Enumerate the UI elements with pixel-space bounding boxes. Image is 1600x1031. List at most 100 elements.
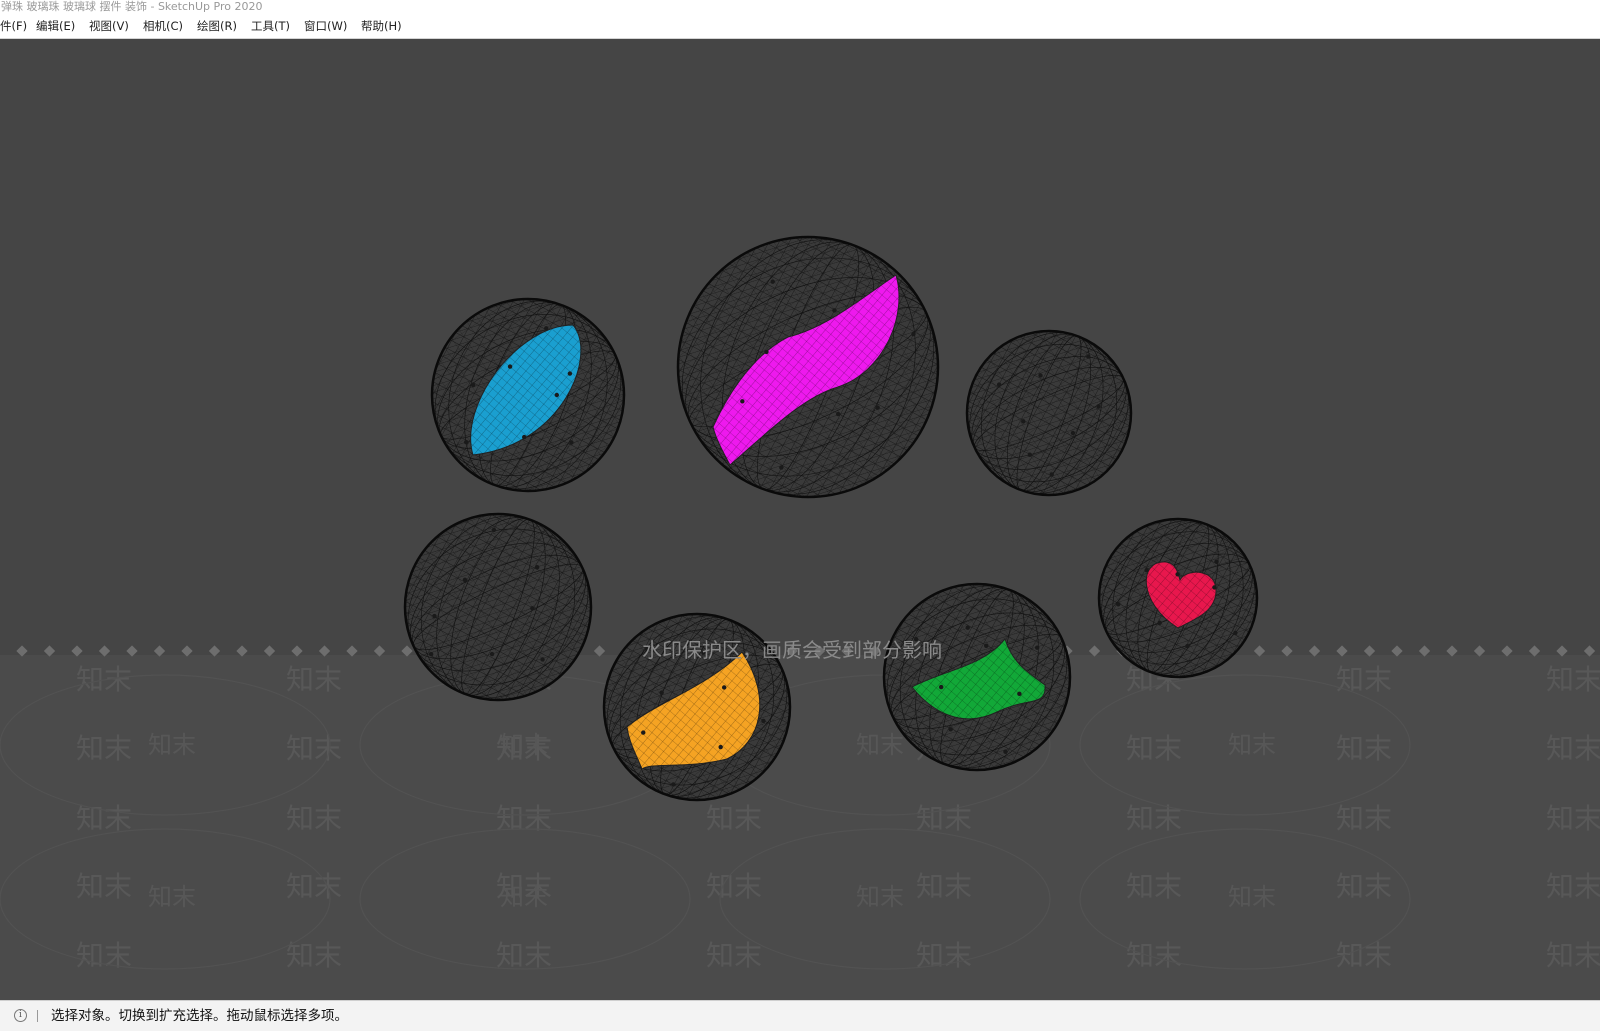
divider-diamond [181,645,193,657]
watermark-tile: 知末 [1126,732,1182,765]
menu-camera[interactable]: 相机(C) [143,14,183,38]
watermark-tile: 知末 [856,731,904,759]
marble-vertex-dot [1038,373,1043,378]
marble-vertex-dot [770,279,775,284]
marble-magenta-wave[interactable] [646,209,970,524]
marble-blue-leaf[interactable] [409,279,648,512]
marble-vertex-dot [1027,452,1033,457]
divider-diamond [346,645,358,657]
divider-diamond [153,645,166,657]
divider-diamond [291,645,303,657]
marble-vertex-dot [1035,645,1040,650]
status-divider [37,1010,38,1022]
marble-vertex-dot [1049,472,1054,477]
divider-diamond [1281,645,1293,657]
marble-vertex-dot [522,434,527,440]
watermark-tile: 知末 [1546,732,1600,765]
divider-diamond [1556,645,1568,657]
marble-vertex-dot [761,718,766,724]
marble-vertex-dot [567,371,573,376]
marble-vertex-dot [911,331,916,337]
marble-vertex-dot [984,643,989,648]
scene-canvas[interactable]: 知末 知末 知末 知末 知末知末 知末 知末 知末 知末 知末知末 知末 知末 知末 知末 知末 知末 知末知末… [0,39,1600,1000]
watermark-tile: 知末 [1546,939,1600,972]
watermark-tile: 知末 [1546,802,1600,835]
marble-vertex-dot [463,439,469,445]
marble-vertex-dot [1157,620,1162,625]
marble-vertex-dot [779,465,784,470]
marble-vertex-dot [1185,643,1190,649]
menu-help[interactable]: 帮助(H) [361,14,402,38]
marble-vertex-dot [1021,419,1026,424]
marble-vertex-dot [462,577,468,583]
marble-vertex-dot [569,440,574,445]
watermark-tile: 知末 [76,802,132,835]
divider-diamond [126,645,138,657]
marble-vertex-dot [1175,572,1180,577]
marble-vertex-dot [1017,691,1022,696]
watermark-tile: 知末 [500,731,548,759]
window-title: 弹珠 玻璃珠 玻璃球 摆件 装饰 - SketchUp Pro 2020 [0,0,1600,14]
marble-vertex-dot [428,652,434,657]
marble-vertex-dot [1212,585,1217,590]
watermark-tile: 知末 [76,870,132,903]
divider-diamond [1583,645,1596,657]
marble-vertex-dot [1214,559,1219,564]
watermark-tile: 知末 [1546,870,1600,903]
divider-diamond [263,645,276,657]
divider-diamond [373,645,386,657]
divider-diamond [208,645,221,657]
divider-diamond [1363,645,1376,657]
marble-vertex-dot [671,782,676,787]
divider-diamond [1308,645,1321,657]
marble-vertex-dot [1233,630,1238,636]
menu-edit[interactable]: 编辑(E) [36,14,75,38]
marble-vertex-dot [948,727,953,732]
watermark-tile: 知末 [496,939,552,972]
menu-window[interactable]: 窗口(W) [304,14,347,38]
marble-vertex-dot [1003,749,1008,754]
watermark-tile: 知末 [286,802,342,835]
marble-vertex-dot [938,684,944,690]
marble-vertex-dot [721,685,727,690]
marble-vertex-dot [554,392,559,398]
marble-vertex-dot [832,308,837,313]
divider-diamond [1446,645,1458,657]
divider-diamond [98,645,111,657]
watermark-tile: 知末 [1336,802,1392,835]
marble-vertex-dot [764,349,769,355]
watermark-notice: 水印保护区，画质会受到部分影响 [642,638,942,662]
menu-view[interactable]: 视图(V) [89,14,129,38]
watermark-tile: 知末 [1126,802,1182,835]
watermark-tile: 知末 [148,883,196,911]
menu-draw[interactable]: 绘图(R) [197,14,237,38]
watermark-tile: 知末 [76,732,132,765]
divider-diamond [318,645,331,657]
watermark-tile: 知末 [1126,939,1182,972]
divider-diamond [593,645,606,657]
watermark-tile: 知末 [148,731,196,759]
watermark-tile: 知末 [916,870,972,903]
marble-vertex-dot [659,690,664,695]
marble-vertex-dot [965,625,970,630]
marble-vertex-dot [996,382,1002,387]
divider-diamond [1501,645,1513,657]
watermark-tile: 知末 [1228,883,1276,911]
watermark-tile: 知末 [1336,870,1392,903]
marble-vertex-dot [1116,602,1121,607]
menu-file[interactable]: 件(F) [0,14,27,38]
marble-vertex-dot [491,527,497,533]
marble-vertex-dot [530,606,535,611]
marble-vertex-dot [641,730,646,735]
watermark-tile: 知末 [706,870,762,903]
menu-tools[interactable]: 工具(T) [251,14,290,38]
marble-vertex-dot [432,613,437,619]
watermark-tile: 知末 [1546,663,1600,696]
watermark-tile: 知末 [1336,663,1392,696]
marble-empty-right[interactable] [947,314,1151,513]
marble-vertex-dot [1096,404,1101,409]
model-viewport[interactable]: 知末 知末 知末 知末 知末 知末 知末 知末 知末 知末 知末 知末 知末 知末 知末 知末 知末 知末 知末 知末… [0,39,1600,1000]
marble-vertex-dot [740,399,745,404]
watermark-tile: 知末 [856,883,904,911]
info-icon[interactable]: i [14,1009,27,1022]
